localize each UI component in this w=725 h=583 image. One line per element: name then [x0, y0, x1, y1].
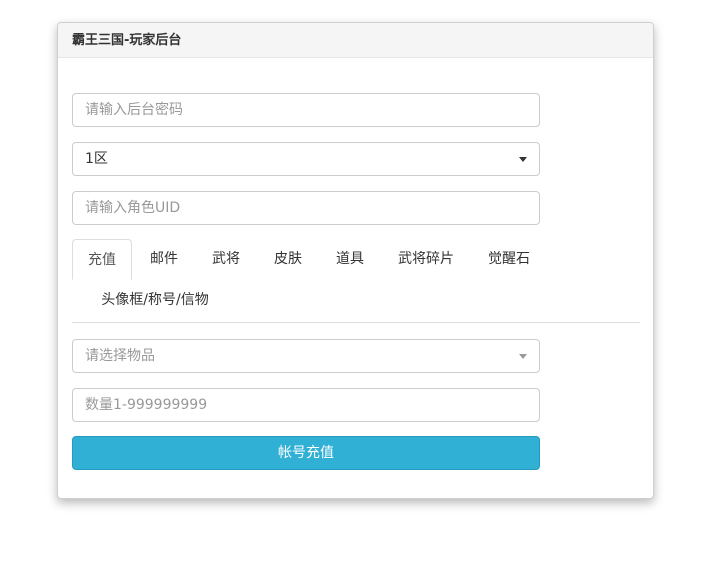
item-select[interactable]: 请选择物品 — [72, 339, 540, 373]
tab-recharge[interactable]: 充值 — [72, 239, 132, 280]
action-tabs: 充值 邮件 武将 皮肤 道具 武将碎片 觉醒石 头像框/称号/信物 — [72, 239, 640, 323]
tab-avatar-frame-title-token[interactable]: 头像框/称号/信物 — [75, 280, 235, 321]
account-recharge-button[interactable]: 帐号充值 — [72, 436, 540, 470]
admin-password-placeholder: 请输入后台密码 — [85, 102, 183, 118]
chevron-down-icon — [519, 354, 527, 359]
tab-awakening-stones[interactable]: 觉醒石 — [474, 239, 544, 280]
tab-generals[interactable]: 武将 — [196, 239, 256, 280]
player-admin-panel: 霸王三国-玩家后台 请输入后台密码 1区 请输入角色UID 充值 邮件 武将 皮… — [57, 22, 654, 499]
role-uid-input[interactable]: 请输入角色UID — [72, 191, 540, 225]
server-select[interactable]: 1区 — [72, 142, 540, 176]
tab-mail[interactable]: 邮件 — [134, 239, 194, 280]
item-select-placeholder: 请选择物品 — [85, 348, 155, 364]
panel-title: 霸王三国-玩家后台 — [58, 23, 653, 58]
role-uid-placeholder: 请输入角色UID — [85, 200, 181, 216]
chevron-down-icon — [519, 157, 527, 162]
quantity-placeholder: 数量1-999999999 — [85, 397, 208, 413]
server-select-value: 1区 — [85, 151, 108, 167]
tab-general-shards[interactable]: 武将碎片 — [386, 239, 466, 280]
tab-skins[interactable]: 皮肤 — [258, 239, 318, 280]
quantity-input[interactable]: 数量1-999999999 — [72, 388, 540, 422]
tab-items[interactable]: 道具 — [320, 239, 380, 280]
admin-password-input[interactable]: 请输入后台密码 — [72, 93, 540, 127]
